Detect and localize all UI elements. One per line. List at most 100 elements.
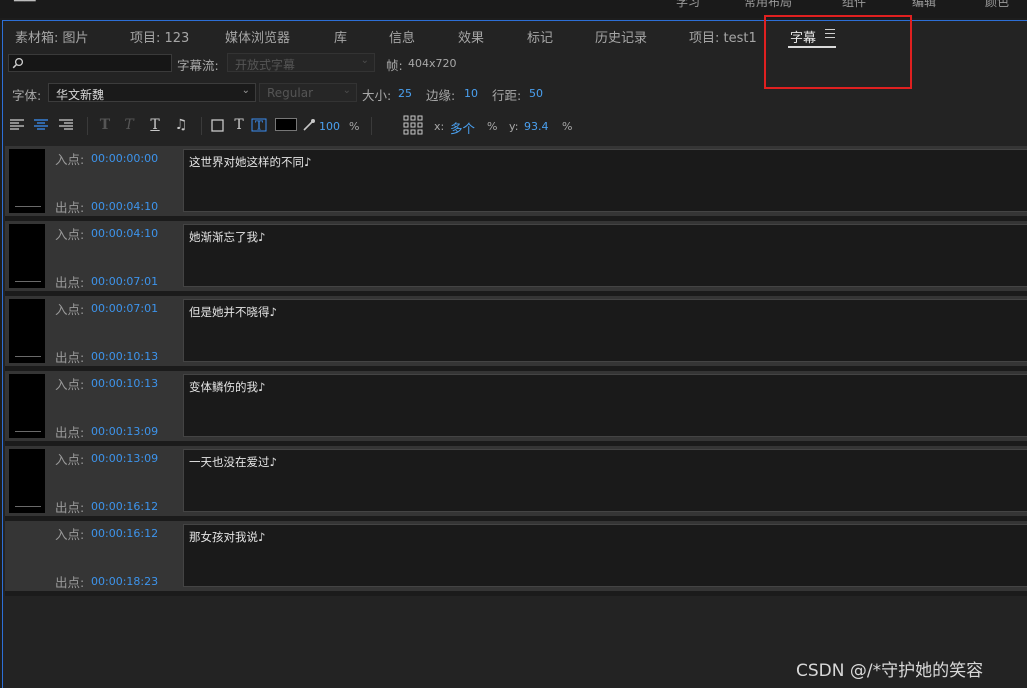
caption-text-field[interactable]: 但是她并不晓得♪ [183,299,1027,362]
watermark-text: CSDN @/*守护她的笑容 [796,661,984,681]
caption-text-field[interactable]: 这世界对她这样的不同♪ [183,149,1027,212]
color-swatch[interactable] [275,118,297,131]
caption-text-field[interactable]: 她渐渐忘了我♪ [183,224,1027,287]
search-icon [12,57,24,69]
tab-history[interactable]: 历史记录 [595,27,647,46]
font-family-select[interactable]: 华文新魏 ⌄ [48,83,256,102]
tab-effects[interactable]: 效果 [458,27,484,46]
out-point-label: 出点: [55,200,85,215]
opacity-unit: % [349,120,360,133]
background-box-icon[interactable] [210,117,226,133]
edge-label: 边缘: [426,88,456,103]
in-point-label: 入点: [55,377,85,392]
out-point-label: 出点: [55,275,85,290]
out-point-timecode[interactable]: 00:00:07:01 [91,275,158,288]
caption-row[interactable]: 入点: 00:00:00:00 出点: 00:00:04:10 这世界对她这样的不同♪ [5,146,1027,221]
workspace-learn[interactable]: 学习 [676,0,700,10]
out-point-label: 出点: [55,575,85,590]
align-center-icon[interactable] [33,117,49,133]
app-logo-icon: ▀▀ [14,0,36,10]
x-position-unit: % [487,120,498,133]
align-left-icon[interactable] [9,117,25,133]
tab-info[interactable]: 信息 [389,27,415,46]
caption-text: 那女孩对我说♪ [189,530,266,544]
in-point-timecode[interactable]: 00:00:04:10 [91,227,158,240]
font-size-value[interactable]: 25 [398,87,412,100]
caption-row[interactable]: 入点: 00:00:13:09 出点: 00:00:16:12 一天也没在爱过♪ [5,446,1027,521]
font-style-select: Regular ⌄ [259,83,357,102]
bold-icon: T [99,117,111,133]
caption-text-field[interactable]: 那女孩对我说♪ [183,524,1027,587]
music-note-icon[interactable]: ♫ [173,117,189,133]
in-point-timecode[interactable]: 00:00:13:09 [91,452,158,465]
tab-bin-images[interactable]: 素材箱: 图片 [15,27,89,46]
caption-thumbnail [9,449,45,513]
out-point-timecode[interactable]: 00:00:10:13 [91,350,158,363]
caption-text: 变体鳞伤的我♪ [189,380,266,394]
caption-stream-value: 开放式字幕 [235,58,296,72]
out-point-timecode[interactable]: 00:00:04:10 [91,200,158,213]
font-size-label: 大小: [362,88,392,103]
in-point-label: 入点: [55,452,85,467]
text-color-icon[interactable]: T [231,117,247,133]
caption-row[interactable]: 入点: 00:00:10:13 出点: 00:00:13:09 变体鳞伤的我♪ [5,371,1027,446]
caption-text: 她渐渐忘了我♪ [189,230,266,244]
caption-search-input[interactable] [8,54,172,72]
line-spacing-label: 行距: [492,88,522,103]
caption-text-field[interactable]: 一天也没在爱过♪ [183,449,1027,512]
opacity-value[interactable]: 100 [319,120,340,133]
caption-text-field[interactable]: 变体鳞伤的我♪ [183,374,1027,437]
toolbar-divider [87,117,88,135]
y-position-value[interactable]: 93.4 [524,120,549,133]
in-point-label: 入点: [55,152,85,167]
tab-project-123[interactable]: 项目: 123 [130,27,189,46]
captions-panel: 素材箱: 图片 项目: 123 媒体浏览器 库 信息 效果 标记 历史记录 项目… [2,15,1027,688]
caption-thumbnail [9,224,45,288]
caption-stream-label: 字幕流: [177,58,219,73]
in-point-timecode[interactable]: 00:00:16:12 [91,527,158,540]
align-right-icon[interactable] [58,117,74,133]
out-point-label: 出点: [55,425,85,440]
edge-color-icon[interactable]: T [251,117,267,133]
in-point-timecode[interactable]: 00:00:07:01 [91,302,158,315]
font-label: 字体: [12,88,42,103]
x-position-label: x: [434,120,445,133]
font-family-value: 华文新魏 [56,88,105,102]
y-position-unit: % [562,120,573,133]
y-position-label: y: [509,120,519,133]
eyedropper-icon[interactable] [301,117,317,133]
in-point-timecode[interactable]: 00:00:10:13 [91,377,158,390]
tab-project-test1[interactable]: 项目: test1 [689,27,757,46]
workspace-assembly[interactable]: 组件 [842,0,866,10]
workspace-common-layout[interactable]: 常用布局 [744,0,792,10]
caption-stream-select: 开放式字幕 ⌄ [227,53,375,72]
out-point-timecode[interactable]: 00:00:16:12 [91,500,158,513]
workspace-editing[interactable]: 编辑 [912,0,936,10]
position-grid-icon[interactable] [403,115,423,135]
x-position-value[interactable]: 多个 [450,118,475,137]
tab-libraries[interactable]: 库 [334,27,347,46]
caption-row[interactable]: 入点: 00:00:16:12 出点: 00:00:18:23 那女孩对我说♪ [5,521,1027,596]
tab-media-browser[interactable]: 媒体浏览器 [225,27,290,46]
out-point-timecode[interactable]: 00:00:18:23 [91,575,158,588]
caption-text: 但是她并不晓得♪ [189,305,277,319]
font-style-value: Regular [267,86,314,100]
out-point-label: 出点: [55,500,85,515]
out-point-timecode[interactable]: 00:00:13:09 [91,425,158,438]
in-point-label: 入点: [55,302,85,317]
line-spacing-value[interactable]: 50 [529,87,543,100]
in-point-timecode[interactable]: 00:00:00:00 [91,152,158,165]
caption-thumbnail [9,299,45,363]
caption-row[interactable]: 入点: 00:00:07:01 出点: 00:00:10:13 但是她并不晓得♪ [5,296,1027,371]
caption-text: 一天也没在爱过♪ [189,455,277,469]
tab-markers[interactable]: 标记 [527,27,553,46]
caption-row[interactable]: 入点: 00:00:04:10 出点: 00:00:07:01 她渐渐忘了我♪ [5,221,1027,296]
edge-value[interactable]: 10 [464,87,478,100]
chevron-down-icon: ⌄ [241,85,250,96]
underline-icon[interactable]: T [147,117,163,133]
caption-thumbnail [9,374,45,438]
highlight-box [764,15,912,89]
workspace-color[interactable]: 颜色 [985,0,1009,10]
caption-text: 这世界对她这样的不同♪ [189,155,312,169]
caption-format-toolbar: T T T ♫ T T 100 % x: 多个 % y: 93.4 % [3,113,1027,139]
